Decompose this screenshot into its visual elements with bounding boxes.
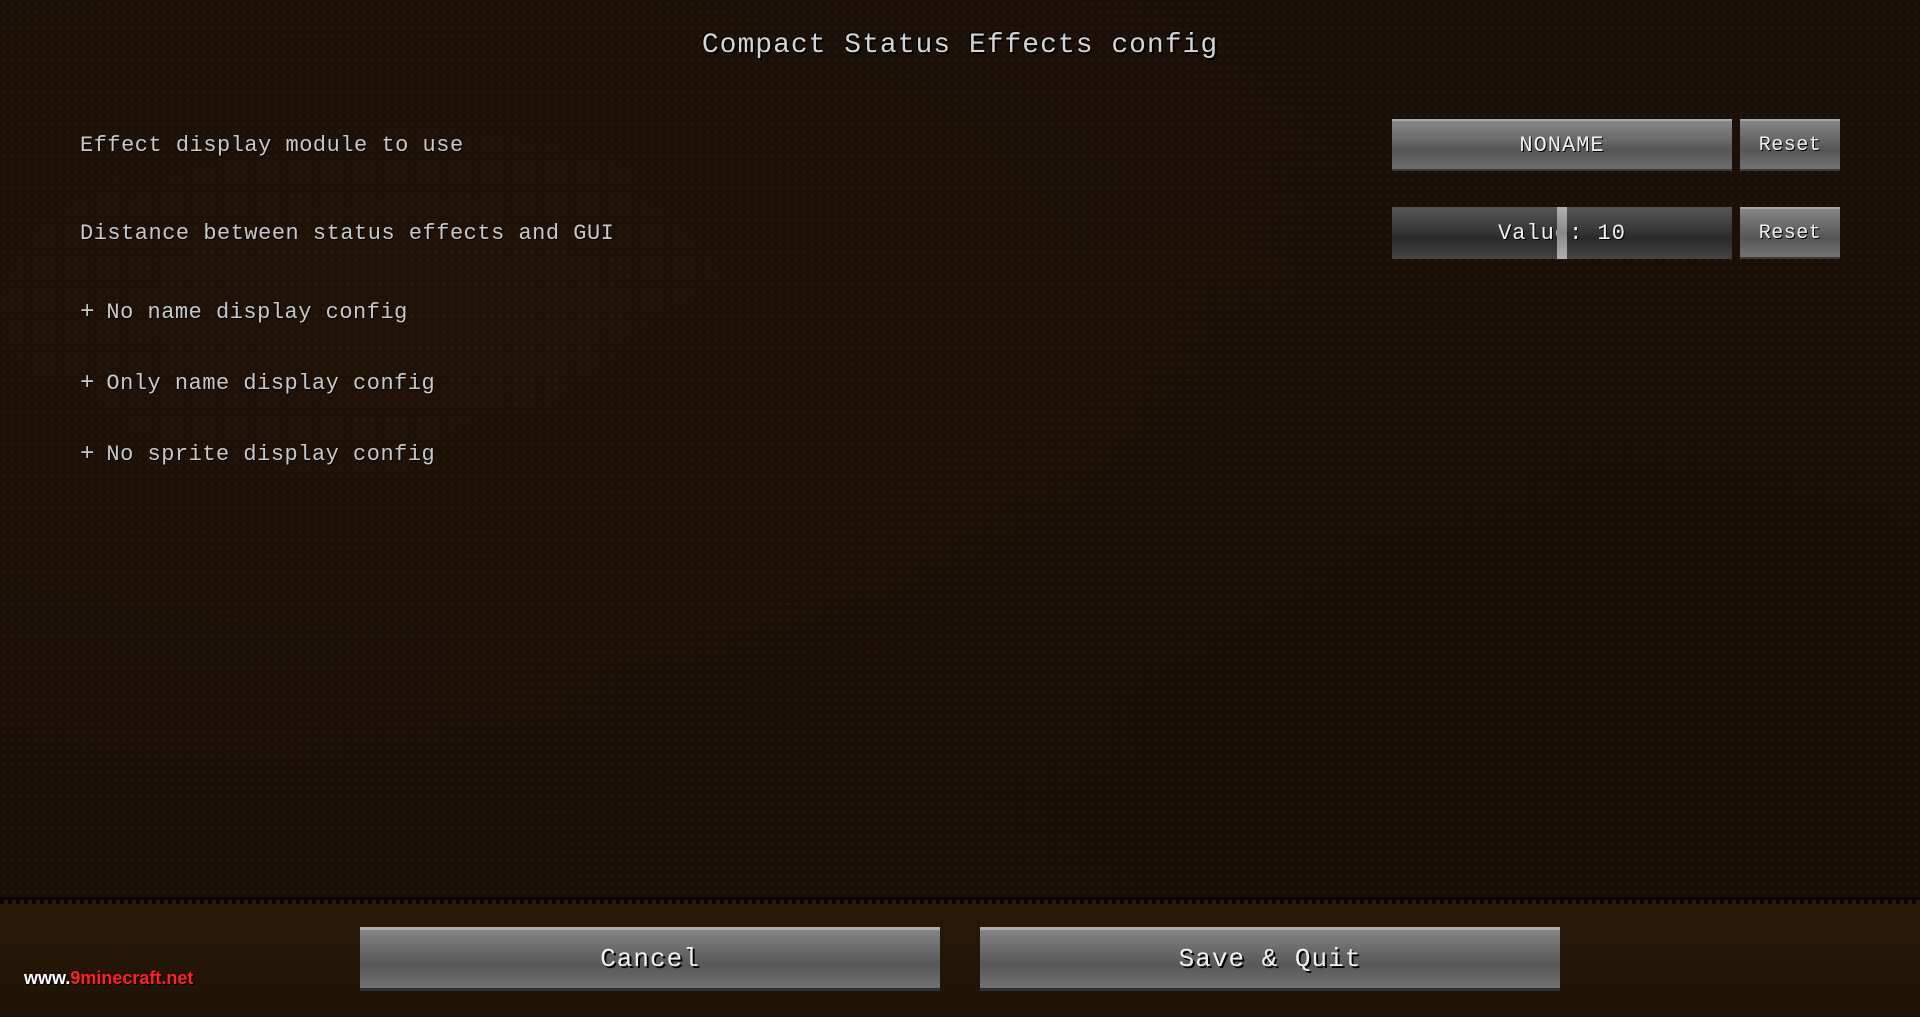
distance-reset-button[interactable]: Reset	[1740, 207, 1840, 259]
watermark-nine: 9	[70, 968, 80, 988]
save-quit-button[interactable]: Save & Quit	[980, 927, 1560, 991]
effect-display-value-button[interactable]: NONAME	[1392, 119, 1732, 171]
content-area: Effect display module to use NONAME Rese…	[0, 81, 1920, 897]
effect-display-reset-button[interactable]: Reset	[1740, 119, 1840, 171]
no-sprite-display-section[interactable]: + No sprite display config	[80, 419, 1840, 490]
expand-icon-only-name: +	[80, 370, 94, 397]
no-sprite-display-label: No sprite display config	[106, 442, 435, 467]
no-name-display-label: No name display config	[106, 300, 407, 325]
bottom-bar: Cancel Save & Quit	[0, 897, 1920, 1017]
cancel-button[interactable]: Cancel	[360, 927, 940, 991]
effect-display-controls: NONAME Reset	[1392, 119, 1840, 171]
distance-label: Distance between status effects and GUI	[80, 221, 614, 246]
slider-thumb	[1557, 207, 1567, 259]
effect-display-row: Effect display module to use NONAME Rese…	[80, 101, 1840, 189]
watermark: www.9minecraft.net	[24, 968, 193, 989]
page-title: Compact Status Effects config	[0, 0, 1920, 81]
watermark-mine: minecraft.net	[80, 968, 193, 988]
only-name-display-section[interactable]: + Only name display config	[80, 348, 1840, 419]
expand-icon-no-sprite: +	[80, 441, 94, 468]
distance-controls: Value: 10 Reset	[1392, 207, 1840, 259]
page-container: Compact Status Effects config Effect dis…	[0, 0, 1920, 1017]
only-name-display-label: Only name display config	[106, 371, 435, 396]
distance-row: Distance between status effects and GUI …	[80, 189, 1840, 277]
expand-icon-no-name: +	[80, 299, 94, 326]
no-name-display-section[interactable]: + No name display config	[80, 277, 1840, 348]
watermark-www: www.	[24, 968, 70, 988]
effect-display-label: Effect display module to use	[80, 133, 464, 158]
distance-slider-button[interactable]: Value: 10	[1392, 207, 1732, 259]
